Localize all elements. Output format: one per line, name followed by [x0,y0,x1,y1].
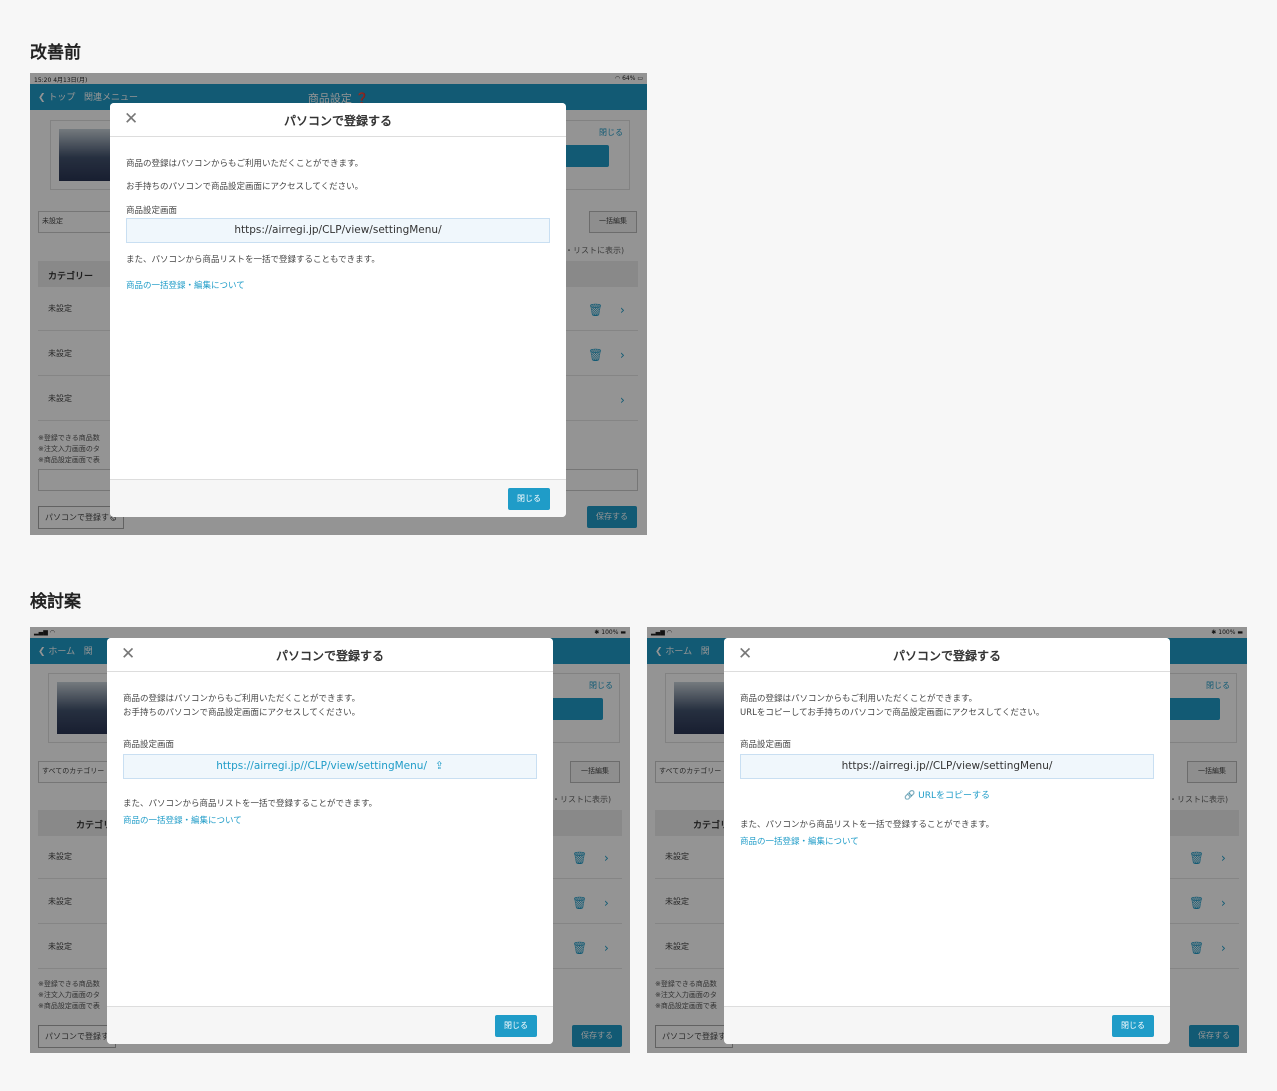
modal-footer: 閉じる [110,479,566,517]
pc-register-modal: ✕ パソコンで登録する 商品の登録はパソコンからもご利用いただくことができます。… [724,638,1170,1044]
close-button[interactable]: 閉じる [508,488,550,510]
modal-title: パソコンで登録する [892,649,1001,663]
url-text: https://airregi.jp//CLP/view/settingMenu… [216,760,427,772]
bulk-register-link[interactable]: 商品の一括登録・編集について [740,835,859,847]
pc-register-modal: ✕ パソコンで登録する 商品の登録はパソコンからもご利用いただくことができます。… [110,103,566,517]
modal-text-2: お手持ちのパソコンで商品設定画面にアクセスしてください。 [123,708,361,718]
modal-text-1: 商品の登録はパソコンからもご利用いただくことができます。 [740,694,978,704]
url-field[interactable]: https://airregi.jp/CLP/view/settingMenu/ [126,218,550,243]
close-button[interactable]: 閉じる [1112,1015,1154,1037]
url-label: 商品設定画面 [123,740,175,750]
modal-text-1: 商品の登録はパソコンからもご利用いただくことができます。 [123,694,361,704]
section-title-proposal: 検討案 [30,592,81,612]
modal-text-3: また、パソコンから商品リストを一括で登録することもできます。 [126,255,380,265]
copy-url-button[interactable]: 🔗 URLをコピーする [740,788,1154,801]
modal-text-2: お手持ちのパソコンで商品設定画面にアクセスしてください。 [126,182,364,192]
modal-footer: 閉じる [107,1006,553,1044]
link-icon: 🔗 [904,791,916,801]
modal-text-2: URLをコピーしてお手持ちのパソコンで商品設定画面にアクセスしてください。 [740,708,1045,718]
modal-text-1: 商品の登録はパソコンからもご利用いただくことができます。 [126,159,364,169]
pc-register-modal: ✕ パソコンで登録する 商品の登録はパソコンからもご利用いただくことができます。… [107,638,553,1044]
modal-title: パソコンで登録する [283,114,392,128]
screen-proposal-a: ▂▄▆ ◠ ✱ 100% ▬ ❮ ホーム 関 閉じる すべてのカテゴリー 一括編… [30,627,630,1053]
modal-header: ✕ パソコンで登録する [724,638,1170,672]
screen-proposal-b: ▂▄▆ ◠ ✱ 100% ▬ ❮ ホーム 関 閉じる すべてのカテゴリー 一括編… [647,627,1247,1053]
bulk-register-link[interactable]: 商品の一括登録・編集について [123,814,242,826]
url-field[interactable]: https://airregi.jp//CLP/view/settingMenu… [740,754,1154,779]
url-label: 商品設定画面 [126,206,178,216]
section-title-before: 改善前 [30,43,81,63]
modal-header: ✕ パソコンで登録する [107,638,553,672]
modal-text-3: また、パソコンから商品リストを一括で登録することができます。 [123,799,378,809]
screen-before: 15:20 4月13日(月) ◠ 64% ▭ ❮ トップ 関連メニュー 商品設定… [30,73,647,535]
close-button[interactable]: 閉じる [495,1015,537,1037]
url-label: 商品設定画面 [740,740,792,750]
modal-footer: 閉じる [724,1006,1170,1044]
modal-header: ✕ パソコンで登録する [110,103,566,137]
bulk-register-link[interactable]: 商品の一括登録・編集について [126,279,245,291]
url-field[interactable]: https://airregi.jp//CLP/view/settingMenu… [123,754,537,779]
modal-title: パソコンで登録する [275,649,384,663]
share-icon[interactable]: ⇪ [435,755,444,778]
modal-text-3: また、パソコンから商品リストを一括で登録することができます。 [740,820,995,830]
